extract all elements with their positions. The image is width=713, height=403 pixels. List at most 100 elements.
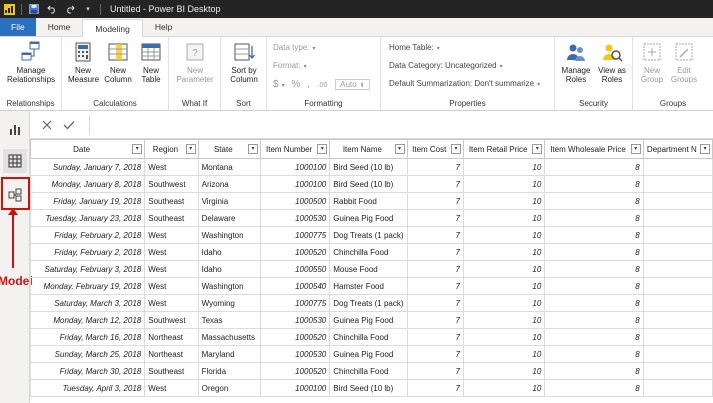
currency-button[interactable]: $ — [273, 79, 279, 90]
data-category-dropdown[interactable]: Data Category: Uncategorized ▾ — [389, 61, 503, 70]
cell-item-number: 1000540 — [260, 277, 331, 295]
cell-item-wholesale-price: 8 — [544, 294, 644, 312]
data-view-button[interactable] — [3, 149, 27, 173]
filter-dropdown-icon[interactable]: ▾ — [248, 144, 259, 154]
comma-button[interactable]: , — [307, 79, 310, 90]
column-header-item-cost[interactable]: Item Cost ▾ — [406, 139, 464, 159]
report-view-button[interactable] — [3, 117, 27, 141]
tab-modeling[interactable]: Modeling — [82, 19, 143, 37]
cell-region: Southwest — [144, 311, 199, 329]
new-column-button[interactable]: New Column — [102, 41, 134, 84]
percent-button[interactable]: % — [291, 79, 300, 90]
filter-dropdown-icon[interactable]: ▾ — [630, 144, 641, 154]
filter-dropdown-icon[interactable]: ▾ — [532, 144, 543, 154]
cell-item-wholesale-price: 8 — [544, 311, 644, 329]
table-row[interactable]: Friday, January 19, 2018 Southeast Virgini… — [30, 192, 713, 210]
table-row[interactable]: Sunday, March 25, 2018 Northeast Maryland 1… — [30, 345, 713, 363]
filter-dropdown-icon[interactable]: ▾ — [450, 144, 461, 154]
table-row[interactable]: Friday, February 2, 2018 West Idaho 1000520… — [30, 243, 713, 261]
decimals-button[interactable]: .00 — [318, 82, 328, 89]
table-row[interactable]: Tuesday, January 23, 2018 Southeast Delawa… — [30, 209, 713, 227]
tab-file[interactable]: File — [0, 18, 36, 36]
power-bi-logo-icon — [3, 3, 15, 15]
column-header-department-name[interactable]: Department N ▾ — [642, 139, 713, 159]
column-header-item-wholesale-price[interactable]: Item Wholesale Price ▾ — [544, 139, 644, 159]
table-row[interactable]: Friday, March 16, 2018 Northeast Massachus… — [30, 328, 713, 346]
calculator-icon — [75, 42, 91, 62]
new-column-icon — [108, 43, 128, 61]
redo-icon[interactable] — [64, 3, 76, 15]
table-row[interactable]: Friday, February 2, 2018 West Washington 10… — [30, 226, 713, 244]
sort-by-column-button[interactable]: Sort by Column — [224, 41, 264, 84]
table-row[interactable]: Saturday, February 3, 2018 West Idaho 10005… — [30, 260, 713, 278]
filter-dropdown-icon[interactable]: ▾ — [317, 144, 328, 154]
save-icon[interactable] — [28, 3, 40, 15]
manage-relationships-button[interactable]: Manage Relationships — [3, 41, 59, 84]
group-label-formatting: Formatting — [304, 99, 343, 108]
cell-state: Texas — [197, 311, 262, 329]
cell-item-name: Hamster Food — [329, 277, 408, 295]
cell-item-number: 1000775 — [260, 226, 331, 244]
manage-roles-button[interactable]: Manage Roles — [559, 41, 593, 84]
filter-dropdown-icon[interactable]: ▾ — [394, 144, 405, 154]
view-as-roles-button[interactable]: View as Roles — [595, 41, 629, 84]
column-header-item-number[interactable]: Item Number ▾ — [260, 139, 331, 159]
column-header-item-name[interactable]: Item Name ▾ — [329, 139, 408, 159]
column-header-item-retail-price[interactable]: Item Retail Price ▾ — [462, 139, 546, 159]
cell-item-name: Bird Seed (10 lb) — [329, 379, 408, 397]
home-table-dropdown[interactable]: Home Table: ▾ — [389, 43, 440, 52]
default-summarization-dropdown[interactable]: Default Summarization: Don't summarize ▾ — [389, 79, 540, 88]
customize-quick-access-icon[interactable]: ▾ — [82, 3, 94, 15]
title-bar: ▾ Untitled - Power BI Desktop — [0, 0, 713, 18]
cell-item-wholesale-price: 8 — [544, 379, 644, 397]
cell-item-name: Dog Treats (1 pack) — [329, 226, 408, 244]
column-header-state[interactable]: State ▾ — [197, 139, 262, 159]
table-grid-icon — [8, 154, 22, 168]
edit-groups-button[interactable]: Edit Groups — [669, 41, 699, 84]
undo-icon[interactable] — [46, 3, 58, 15]
tab-home[interactable]: Home — [36, 18, 83, 36]
cell-item-number: 1000520 — [260, 243, 331, 261]
filter-dropdown-icon[interactable]: ▾ — [700, 144, 710, 154]
column-header-label: Date — [73, 144, 91, 154]
new-measure-button[interactable]: New Measure — [66, 41, 100, 84]
data-type-dropdown[interactable]: Data type: ▾ — [273, 43, 315, 52]
format-dropdown[interactable]: Format: ▾ — [273, 61, 307, 70]
window-title: Untitled - Power BI Desktop — [110, 4, 221, 14]
table-row[interactable]: Saturday, March 3, 2018 West Wyoming 100077… — [30, 294, 713, 312]
new-parameter-button[interactable]: ? New Parameter — [173, 41, 217, 84]
commit-formula-button[interactable] — [58, 115, 80, 135]
cell-item-cost: 7 — [406, 175, 464, 193]
sort-icon — [234, 43, 255, 61]
cell-item-name: Chinchilla Food — [329, 362, 408, 380]
bar-chart-icon — [10, 125, 20, 135]
new-group-button[interactable]: New Group — [637, 41, 667, 84]
filter-dropdown-icon[interactable]: ▾ — [185, 144, 196, 154]
table-row[interactable]: Sunday, January 7, 2018 West Montana 100010… — [30, 158, 713, 176]
column-header-date[interactable]: Date ▾ — [30, 139, 146, 159]
table-row[interactable]: Monday, January 8, 2018 Southwest Arizona 1… — [30, 175, 713, 193]
cell-item-number: 1000775 — [260, 294, 331, 312]
cell-item-number: 1000530 — [260, 209, 331, 227]
cell-item-number: 1000100 — [260, 158, 331, 176]
group-calculations: New Measure New Column New Table Calcula… — [62, 37, 169, 111]
column-header-label: Region — [152, 144, 179, 154]
column-header-region[interactable]: Region ▾ — [144, 139, 199, 159]
cell-state: Maryland — [197, 345, 262, 363]
auto-decimal-field[interactable]: Auto ⬍ — [335, 79, 370, 90]
tab-help[interactable]: Help — [143, 18, 184, 36]
group-label-security: Security — [579, 99, 608, 108]
table-row[interactable]: Friday, March 30, 2018 Southeast Florida 10… — [30, 362, 713, 380]
table-row[interactable]: Tuesday, April 3, 2018 West Oregon 1000100 B… — [30, 379, 713, 397]
annotation-highlight-box — [1, 177, 30, 210]
table-row[interactable]: Monday, February 19, 2018 West Washington 1… — [30, 277, 713, 295]
table-row[interactable]: Monday, March 12, 2018 Southwest Texas 1000… — [30, 311, 713, 329]
new-table-button[interactable]: New Table — [136, 41, 166, 84]
group-groups: New Group Edit Groups Groups — [633, 37, 713, 111]
cell-item-name: Guinea Pig Food — [329, 345, 408, 363]
cell-department-name — [642, 158, 713, 176]
filter-dropdown-icon[interactable]: ▾ — [132, 144, 143, 154]
cancel-formula-button[interactable] — [36, 115, 58, 135]
new-group-label: New Group — [640, 66, 664, 84]
cell-item-wholesale-price: 8 — [544, 260, 644, 278]
